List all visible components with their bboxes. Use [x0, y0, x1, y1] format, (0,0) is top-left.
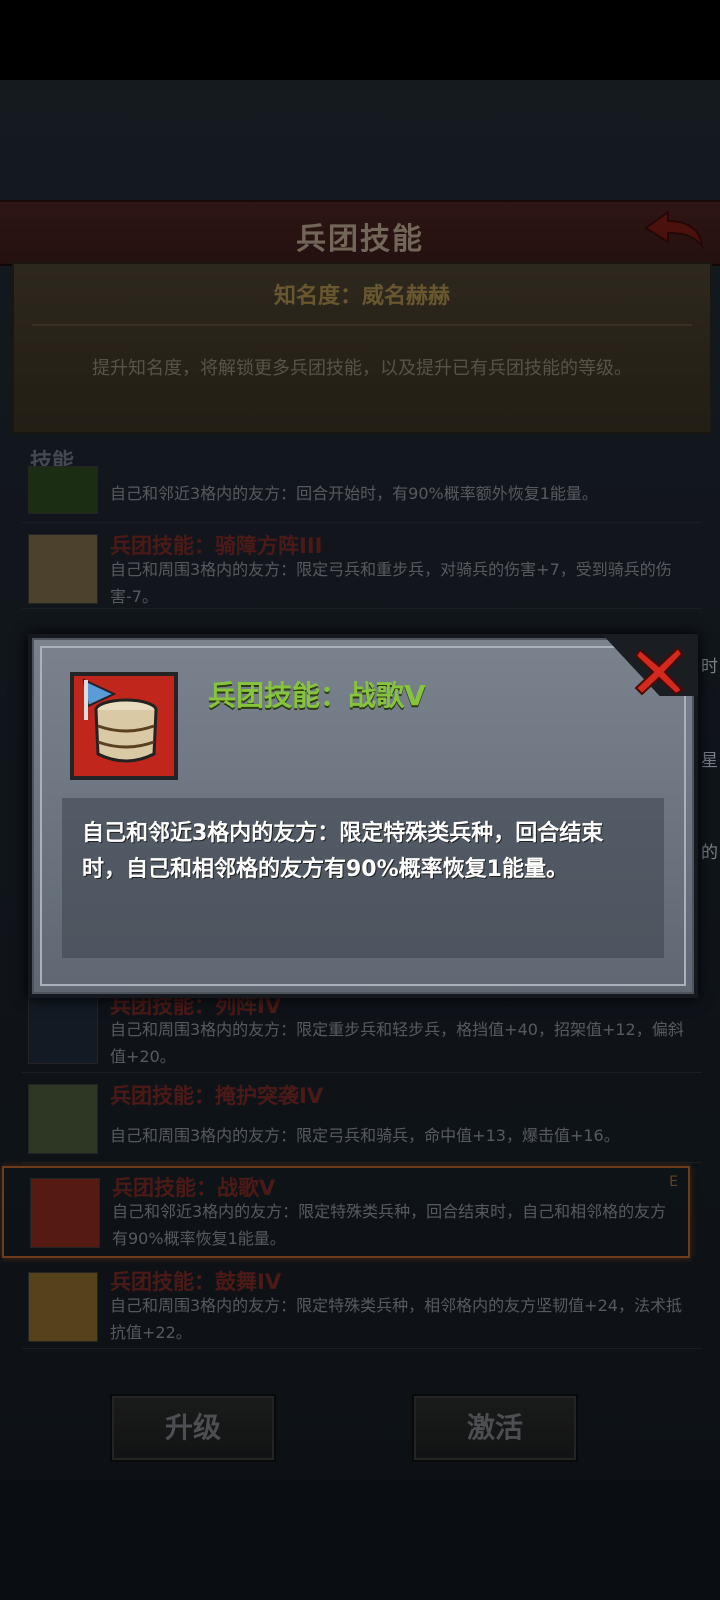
skill-description: 自己和周围3格内的友方：限定弓兵和骑兵，命中值+13，爆击值+16。 [110, 1126, 620, 1145]
fame-title: 知名度：威名赫赫 [273, 284, 450, 309]
list-item[interactable]: 自己和邻近3格内的友方：回合开始时，有90%概率额外恢复1能量。 [22, 466, 702, 523]
skill-description: 自己和邻近3格内的友方：限定特殊类兵种，回合结束时，自己和相邻格的友方有90%概… [112, 1202, 667, 1248]
divider [32, 324, 692, 326]
title-bar: 兵团技能 [0, 200, 720, 266]
list-item-selected[interactable]: 兵团技能：战歌V 自己和邻近3格内的友方：限定特殊类兵种，回合结束时，自己和相邻… [2, 1166, 690, 1258]
skill-description: 自己和周围3格内的友方：限定重步兵和轻步兵，格挡值+40，招架值+12，偏斜值+… [110, 1020, 684, 1066]
list-item[interactable]: 兵团技能：列阵IV 自己和周围3格内的友方：限定重步兵和轻步兵，格挡值+40，招… [22, 988, 702, 1073]
skill-detail-dialog: 兵团技能：战歌V 自己和邻近3格内的友方：限定特殊类兵种，回合结束时，自己和相邻… [28, 634, 698, 998]
skill-description: 自己和周围3格内的友方：限定特殊类兵种，相邻格内的友方坚韧值+24，法术抵抗值+… [110, 1296, 682, 1342]
shield-icon [28, 1084, 98, 1154]
status-bar-area [0, 0, 720, 80]
description-box: 自己和邻近3格内的友方：限定特殊类兵种，回合结束时，自己和相邻格的友方有90%概… [62, 798, 664, 958]
close-icon[interactable] [632, 644, 686, 696]
side-text: 星 [701, 751, 718, 771]
skill-name: 兵团技能：掩护突袭IV [110, 1084, 324, 1108]
list-item[interactable]: 兵团技能：掩护突袭IV 自己和周围3格内的友方：限定弓兵和骑兵，命中值+13，爆… [22, 1078, 702, 1163]
skill-icon [28, 466, 98, 514]
side-text: 时 [701, 657, 718, 677]
selection-mark: E [669, 1174, 678, 1190]
upgrade-button[interactable]: 升级 [110, 1394, 276, 1462]
skill-description: 自己和邻近3格内的友方：回合开始时，有90%概率额外恢复1能量。 [110, 484, 598, 503]
dialog-description: 自己和邻近3格内的友方：限定特殊类兵种，回合结束时，自己和相邻格的友方有90%概… [82, 821, 604, 882]
cavalry-barrier-icon [28, 534, 98, 604]
side-text: 的 [701, 843, 718, 863]
inspire-icon [28, 1272, 98, 1342]
war-drum-icon [30, 1178, 100, 1248]
fame-panel: 知名度：威名赫赫 提升知名度，将解锁更多兵团技能，以及提升已有兵团技能的等级。 [12, 262, 712, 434]
formation-icon [28, 994, 98, 1064]
activate-button[interactable]: 激活 [412, 1394, 578, 1462]
war-drum-graphic [82, 678, 158, 763]
dialog-title: 兵团技能：战歌V [208, 679, 426, 712]
list-item[interactable]: 兵团技能：骑障方阵III 自己和周围3格内的友方：限定弓兵和重步兵，对骑兵的伤害… [22, 528, 702, 609]
war-drum-icon [70, 672, 178, 780]
navigation-bar-area [0, 1480, 720, 1600]
skill-description: 自己和周围3格内的友方：限定弓兵和重步兵，对骑兵的伤害+7，受到骑兵的伤害-7。 [110, 560, 672, 606]
back-arrow-icon[interactable] [642, 208, 706, 254]
page-title: 兵团技能 [296, 222, 424, 257]
list-item[interactable]: 兵团技能：鼓舞IV 自己和周围3格内的友方：限定特殊类兵种，相邻格内的友方坚韧值… [22, 1264, 702, 1349]
fame-description: 提升知名度，将解锁更多兵团技能，以及提升已有兵团技能的等级。 [92, 358, 632, 379]
